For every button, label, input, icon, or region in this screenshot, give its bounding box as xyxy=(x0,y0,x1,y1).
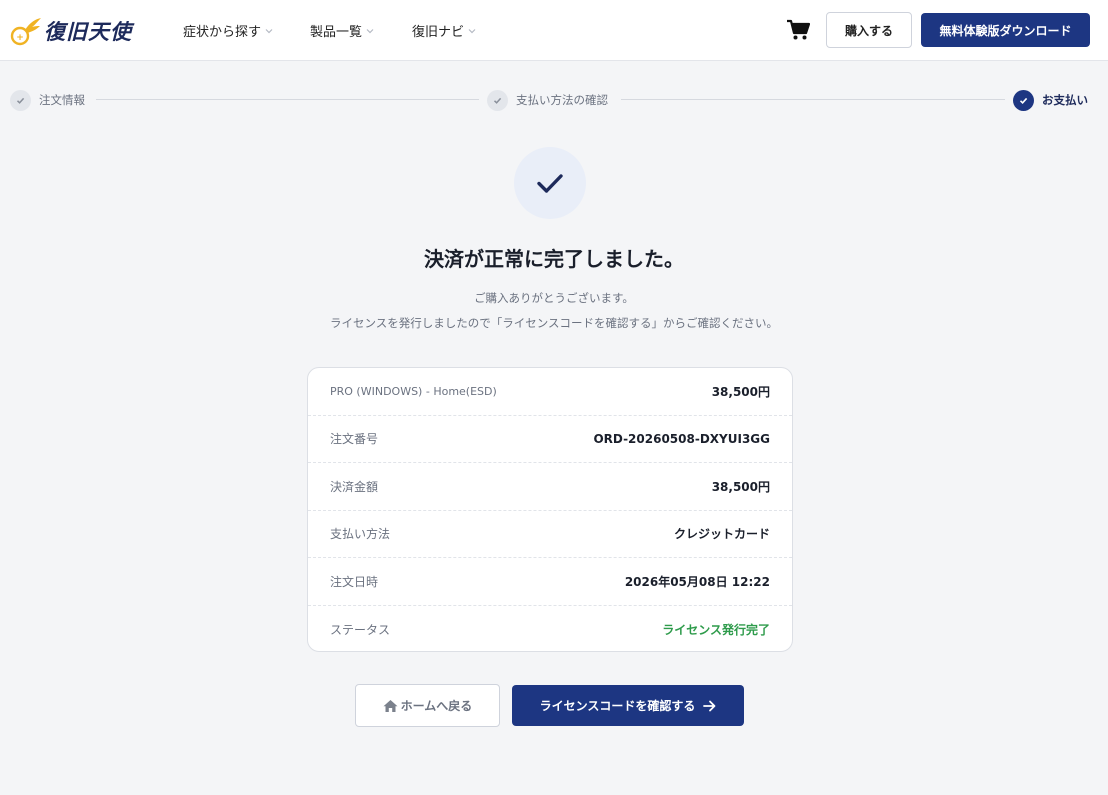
step-label: お支払い xyxy=(1042,93,1088,107)
view-license-code-label: ライセンスコードを確認する xyxy=(539,699,696,713)
order-summary-card: PRO (WINDOWS) - Home(ESD) 38,500円 注文番号 O… xyxy=(307,367,793,652)
order-row-product: PRO (WINDOWS) - Home(ESD) 38,500円 xyxy=(308,368,792,416)
amount-value: 38,500円 xyxy=(711,479,770,494)
check-icon xyxy=(487,89,508,111)
check-icon xyxy=(537,174,563,193)
product-name: PRO (WINDOWS) - Home(ESD) xyxy=(330,384,497,398)
order-row-date: 注文日時 2026年05月08日 12:22 xyxy=(308,558,792,606)
back-to-home-button[interactable]: ホームへ戻る xyxy=(355,684,500,727)
order-row-number: 注文番号 ORD-20260508-DXYUI3GG xyxy=(308,416,792,463)
chevron-down-icon xyxy=(366,27,374,35)
step-payment-confirm: 支払い方法の確認 xyxy=(487,89,608,111)
chevron-down-icon xyxy=(265,27,273,35)
thanks-message: ご購入ありがとうございます。 xyxy=(474,291,634,305)
buy-button[interactable]: 購入する xyxy=(826,12,912,48)
view-license-code-button[interactable]: ライセンスコードを確認する xyxy=(512,685,744,726)
home-icon xyxy=(383,699,398,712)
nav-recovery-guide-label: 復旧ナビ xyxy=(412,25,465,40)
nav-symptoms[interactable]: 症状から探す xyxy=(183,0,273,61)
back-to-home-label: ホームへ戻る xyxy=(400,699,473,713)
stepper-line xyxy=(96,99,479,100)
step-payment: お支払い xyxy=(1013,89,1088,111)
cart-icon[interactable] xyxy=(786,19,810,41)
nav-symptoms-label: 症状から探す xyxy=(183,25,262,40)
payment-method-label: 支払い方法 xyxy=(330,527,391,542)
nav-recovery-guide[interactable]: 復旧ナビ xyxy=(412,0,476,61)
status-label: ステータス xyxy=(330,622,391,637)
site-header: + 復旧天使 症状から探す 製品一覧 復旧ナビ 購入する 無料体験版ダウンロード xyxy=(0,0,1108,61)
free-trial-download-button[interactable]: 無料体験版ダウンロード xyxy=(921,13,1090,47)
amount-label: 決済金額 xyxy=(330,479,379,494)
order-date-label: 注文日時 xyxy=(330,574,379,589)
order-row-status: ステータス ライセンス発行完了 xyxy=(308,606,792,652)
check-icon xyxy=(1013,89,1034,111)
order-row-payment-method: 支払い方法 クレジットカード xyxy=(308,511,792,558)
license-issued-message: ライセンスを発行しましたので「ライセンスコードを確認する」からご確認ください。 xyxy=(329,316,779,330)
order-number-value: ORD-20260508-DXYUI3GG xyxy=(593,431,770,446)
order-number-label: 注文番号 xyxy=(330,432,379,447)
chevron-down-icon xyxy=(468,27,476,35)
payment-method-value: クレジットカード xyxy=(673,527,770,542)
check-icon xyxy=(10,89,31,111)
nav-products[interactable]: 製品一覧 xyxy=(310,0,374,61)
status-badge: ライセンス発行完了 xyxy=(662,622,770,637)
logo[interactable]: + 復旧天使 xyxy=(8,14,132,48)
step-label: 支払い方法の確認 xyxy=(516,93,608,107)
stepper-line xyxy=(621,99,1005,100)
order-row-amount: 決済金額 38,500円 xyxy=(308,463,792,511)
page-title: 決済が正常に完了しました。 xyxy=(424,247,684,271)
order-date-value: 2026年05月08日 12:22 xyxy=(624,574,770,589)
step-order-info: 注文情報 xyxy=(10,89,85,111)
winged-coin-icon: + xyxy=(10,18,41,46)
svg-text:+: + xyxy=(16,33,24,43)
logo-text: 復旧天使 xyxy=(44,19,132,44)
arrow-right-icon xyxy=(703,700,716,711)
step-label: 注文情報 xyxy=(39,93,85,107)
nav-products-label: 製品一覧 xyxy=(310,25,363,40)
success-check-badge xyxy=(514,147,586,219)
product-price: 38,500円 xyxy=(711,384,770,399)
